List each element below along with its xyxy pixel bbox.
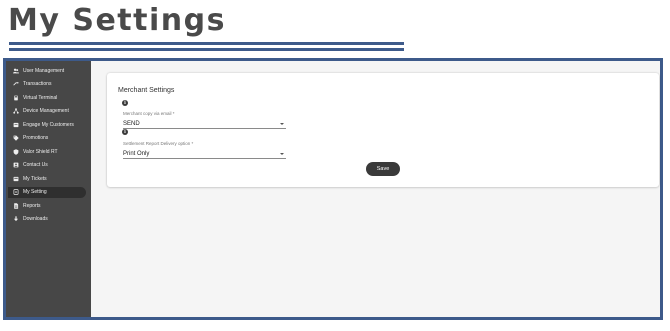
sidebar-item-virtual-terminal[interactable]: Virtual Terminal — [8, 92, 86, 103]
sidebar-item-label: Transactions — [23, 81, 52, 87]
sidebar-item-label: User Management — [23, 67, 65, 74]
sidebar-item-user-management[interactable]: User Management — [8, 65, 86, 76]
tag-icon — [10, 135, 22, 141]
sidebar-item-my-setting[interactable]: My Setting — [8, 186, 86, 198]
engage-icon — [10, 122, 22, 128]
sidebar-item-label: Valor Shield RT — [23, 148, 58, 155]
app-screenshot-frame: User Management Transactions Virtual Ter… — [3, 58, 663, 320]
sidebar-item-label: Promotions — [23, 135, 49, 141]
sidebar-item-label: Reports — [23, 202, 41, 209]
sidebar-item-label: Downloads — [23, 216, 48, 222]
save-button[interactable]: Save — [366, 162, 400, 176]
sidebar-item-contact-us[interactable]: Contact Us — [8, 160, 86, 171]
field-value: SEND — [123, 121, 140, 127]
merchant-settings-card: Merchant Settings i Merchant copy via em… — [107, 73, 659, 187]
main-content: Merchant Settings i Merchant copy via em… — [91, 61, 660, 317]
sidebar-item-label: Virtual Terminal — [23, 94, 58, 101]
sidebar: User Management Transactions Virtual Ter… — [6, 61, 91, 317]
shield-icon — [10, 148, 22, 155]
page-title: My Settings — [8, 3, 226, 38]
devices-icon — [10, 108, 22, 114]
card-title: Merchant Settings — [118, 87, 175, 94]
sidebar-item-label: My Tickets — [23, 175, 47, 182]
merchant-copy-email-field: Merchant copy via email * SEND — [123, 111, 286, 129]
title-rule-top — [9, 42, 404, 45]
sidebar-item-reports[interactable]: Reports — [8, 200, 86, 211]
sidebar-item-label: Engage My Customers — [23, 121, 74, 128]
sidebar-item-device-management[interactable]: Device Management — [8, 106, 86, 117]
chevron-down-icon — [280, 153, 284, 155]
info-icon[interactable]: i — [122, 100, 128, 106]
sidebar-item-label: My Setting — [23, 189, 47, 195]
terminal-icon — [10, 95, 22, 101]
document-icon — [10, 202, 22, 209]
sidebar-item-downloads[interactable]: Downloads — [8, 214, 86, 225]
sidebar-item-my-tickets[interactable]: My Tickets — [8, 173, 86, 184]
merchant-copy-email-select[interactable]: SEND — [123, 120, 286, 129]
settlement-report-field: Settlement Report Delivery option * Prin… — [123, 141, 286, 159]
users-icon — [10, 68, 22, 74]
field-label: Settlement Report Delivery option * — [123, 141, 194, 146]
field-value: Print Only — [123, 151, 150, 157]
settings-icon — [10, 189, 22, 195]
sidebar-item-valor-shield-rt[interactable]: Valor Shield RT — [8, 146, 86, 157]
sidebar-item-engage-my-customers[interactable]: Engage My Customers — [8, 119, 86, 130]
download-icon — [10, 216, 22, 222]
chevron-down-icon — [280, 123, 284, 125]
title-rule-bottom — [9, 48, 404, 51]
arrows-icon — [10, 81, 22, 87]
sidebar-item-transactions[interactable]: Transactions — [8, 79, 86, 90]
settlement-report-select[interactable]: Print Only — [123, 150, 286, 159]
sidebar-item-promotions[interactable]: Promotions — [8, 133, 86, 144]
sidebar-item-label: Contact Us — [23, 162, 48, 168]
info-icon[interactable]: i — [122, 129, 128, 135]
sidebar-item-label: Device Management — [23, 108, 69, 114]
contact-icon — [10, 162, 22, 168]
field-label: Merchant copy via email * — [123, 111, 175, 116]
ticket-icon — [10, 176, 22, 182]
